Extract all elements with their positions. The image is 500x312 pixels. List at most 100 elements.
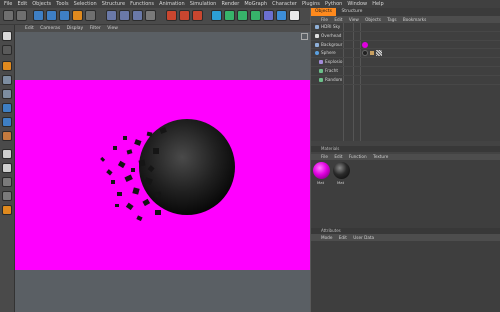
menu-selection[interactable]: Selection xyxy=(74,0,97,8)
redo-icon[interactable] xyxy=(16,10,27,21)
object-name: Fracht xyxy=(325,67,338,73)
menu-objects[interactable]: Objects xyxy=(32,0,51,8)
menu-help[interactable]: Help xyxy=(372,0,383,8)
effector-object-icon xyxy=(319,77,323,82)
move-tool-icon[interactable] xyxy=(46,10,57,21)
om-menu-bookmarks[interactable]: Bookmarks xyxy=(403,16,426,23)
y-axis-icon[interactable] xyxy=(119,10,130,21)
material-swatch-dark[interactable] xyxy=(333,162,350,179)
coordinate-system-icon[interactable] xyxy=(145,10,156,21)
menu-edit[interactable]: Edit xyxy=(17,0,27,8)
fracture-object-icon xyxy=(319,68,323,73)
cube-object-icon[interactable] xyxy=(211,10,222,21)
deformer-icon[interactable] xyxy=(263,10,274,21)
perspective-viewport[interactable] xyxy=(15,32,310,312)
object-manager-tabs: Objects Structure xyxy=(311,8,500,16)
mat-menu-edit[interactable]: Edit xyxy=(334,154,342,160)
main-menubar: File Edit Objects Tools Selection Struct… xyxy=(0,0,500,8)
snap-icon[interactable] xyxy=(2,163,12,173)
right-panel: Objects Structure File Edit View Objects… xyxy=(311,8,500,312)
render-view-icon[interactable] xyxy=(166,10,177,21)
attributes-menubar: Mode Edit User Data xyxy=(311,234,500,241)
menu-structure[interactable]: Structure xyxy=(102,0,125,8)
menu-simulation[interactable]: Simulation xyxy=(190,0,217,8)
workplane-mode-icon[interactable] xyxy=(2,75,12,85)
menu-window[interactable]: Window xyxy=(347,0,367,8)
object-name: HDRI Sky xyxy=(321,24,341,29)
x-axis-icon[interactable] xyxy=(106,10,117,21)
live-selection-icon[interactable] xyxy=(33,10,44,21)
menu-python[interactable]: Python xyxy=(325,0,342,8)
planar-workplane-icon[interactable] xyxy=(2,191,12,201)
mat-menu-function[interactable]: Function xyxy=(349,154,367,160)
object-row-fracture[interactable]: Fracht xyxy=(311,67,500,76)
material-tag-icon[interactable] xyxy=(362,50,368,57)
array-icon[interactable] xyxy=(237,10,248,21)
render-picture-viewer-icon[interactable] xyxy=(179,10,190,21)
scene-icon[interactable] xyxy=(276,10,287,21)
main-toolbar xyxy=(0,8,310,25)
menu-file[interactable]: File xyxy=(4,0,12,8)
om-menu-view[interactable]: View xyxy=(349,16,359,23)
axis-mode-icon[interactable] xyxy=(2,131,12,141)
model-mode-icon[interactable] xyxy=(2,45,12,55)
recent-tool-icon[interactable] xyxy=(85,10,96,21)
menu-render[interactable]: Render xyxy=(221,0,239,8)
edges-mode-icon[interactable] xyxy=(2,103,12,113)
viewport-maximize-icon[interactable] xyxy=(301,33,308,40)
object-row-hdri-sky[interactable]: HDRI Sky xyxy=(311,23,500,32)
viewport-menu-view[interactable]: View xyxy=(107,25,118,32)
solo-mode-icon[interactable] xyxy=(2,205,12,215)
make-editable-icon[interactable] xyxy=(2,31,12,41)
undo-icon[interactable] xyxy=(3,10,14,21)
sky-icon xyxy=(315,25,319,29)
mat-menu-file[interactable]: File xyxy=(321,154,328,160)
object-row-background[interactable]: Backgrour xyxy=(311,41,500,50)
object-row-explosion[interactable]: Explosio xyxy=(311,58,500,67)
light-icon[interactable] xyxy=(289,10,300,21)
material-swatch-magenta[interactable] xyxy=(313,162,330,179)
display-tag-icon[interactable] xyxy=(376,50,382,57)
viewport-menu-filter[interactable]: Filter xyxy=(90,25,101,32)
om-menu-tags[interactable]: Tags xyxy=(387,16,396,23)
menu-functions[interactable]: Functions xyxy=(130,0,154,8)
lock-workplane-icon[interactable] xyxy=(2,177,12,187)
viewport-menu-cameras[interactable]: Cameras xyxy=(40,25,60,32)
om-menu-file[interactable]: File xyxy=(321,16,328,23)
tweak-mode-icon[interactable] xyxy=(2,149,12,159)
om-menu-objects[interactable]: Objects xyxy=(365,16,381,23)
texture-tag-icon[interactable] xyxy=(370,51,374,56)
object-row-sphere[interactable]: Sphere xyxy=(311,49,500,59)
object-row-random[interactable]: Random xyxy=(311,76,500,85)
om-menu-edit[interactable]: Edit xyxy=(334,16,342,23)
viewport-menu-edit[interactable]: Edit xyxy=(25,25,34,32)
attr-menu-user-data[interactable]: User Data xyxy=(353,234,374,241)
points-mode-icon[interactable] xyxy=(2,89,12,99)
attr-menu-mode[interactable]: Mode xyxy=(321,234,332,241)
menu-animation[interactable]: Animation xyxy=(159,0,185,8)
polygons-mode-icon[interactable] xyxy=(2,117,12,127)
materials-header: Materials xyxy=(311,146,500,152)
scale-tool-icon[interactable] xyxy=(59,10,70,21)
object-name: Overhead xyxy=(321,32,342,38)
menu-mograph[interactable]: MoGraph xyxy=(244,0,267,8)
rotate-tool-icon[interactable] xyxy=(72,10,83,21)
mat-menu-texture[interactable]: Texture xyxy=(373,154,388,160)
menu-tools[interactable]: Tools xyxy=(56,0,68,8)
render-settings-icon[interactable] xyxy=(192,10,203,21)
attr-menu-edit[interactable]: Edit xyxy=(339,234,347,241)
tab-objects[interactable]: Objects xyxy=(311,8,337,16)
tab-structure[interactable]: Structure xyxy=(337,8,366,16)
object-row-overhead[interactable]: Overhead xyxy=(311,32,500,41)
materials-menubar: File Edit Function Texture xyxy=(311,154,500,160)
material-tag-icon[interactable] xyxy=(362,41,368,48)
viewport-menu-display[interactable]: Display xyxy=(67,25,84,32)
left-tool-palette xyxy=(0,25,15,312)
mograph-icon[interactable] xyxy=(250,10,261,21)
menu-plugins[interactable]: Plugins xyxy=(302,0,320,8)
object-name: Backgrour xyxy=(321,41,343,47)
subdivision-icon[interactable] xyxy=(224,10,235,21)
texture-mode-icon[interactable] xyxy=(2,61,12,71)
z-axis-icon[interactable] xyxy=(132,10,143,21)
menu-character[interactable]: Character xyxy=(272,0,297,8)
